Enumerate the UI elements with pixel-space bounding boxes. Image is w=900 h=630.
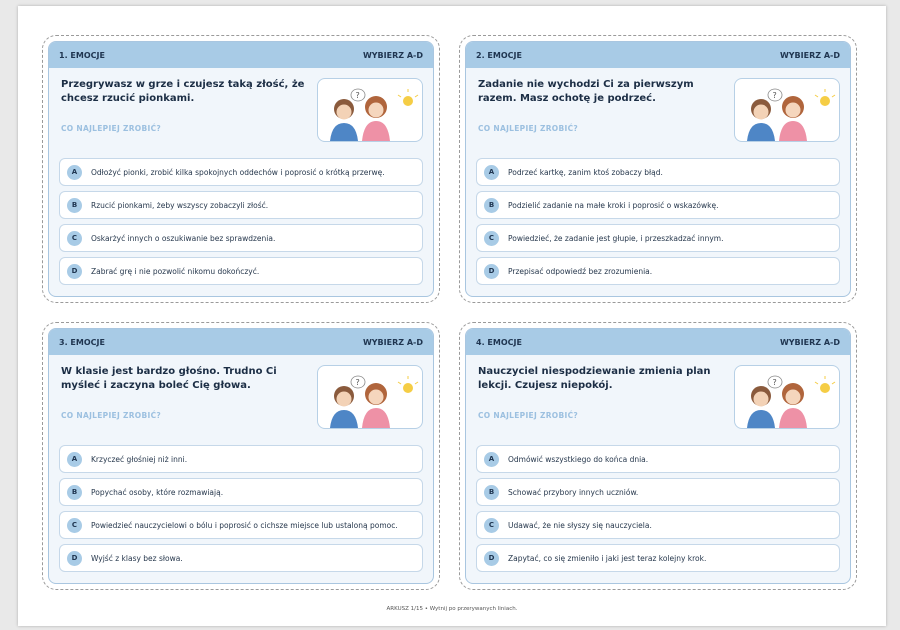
hint-text: CO NAJLEPIEJ ZROBIĆ? — [61, 124, 162, 133]
option-letter-badge: D — [484, 263, 499, 279]
cut-line: 4. EMOCJE WYBIERZ A-D Nauczyciel niespod… — [459, 322, 857, 590]
answer-option-c[interactable]: C Powiedzieć nauczycielowi o bólu i popr… — [59, 511, 423, 539]
option-text: Rzucić pionkami, żeby wszyscy zobaczyli … — [91, 200, 269, 210]
card-header: 4. EMOCJE WYBIERZ A-D — [466, 329, 850, 355]
answer-options: A Odmówić wszystkiego do końca dnia. B S… — [476, 445, 840, 577]
question-text: W klasie jest bardzo głośno. Trudno Ci m… — [61, 366, 277, 391]
cut-line: 2. EMOCJE WYBIERZ A-D Zadanie nie wychod… — [459, 35, 857, 303]
answer-options: A Odłożyć pionki, zrobić kilka spokojnyc… — [59, 158, 423, 290]
option-text: Udawać, że nie słyszy się nauczyciela. — [508, 520, 652, 530]
cut-line: 3. EMOCJE WYBIERZ A-D W klasie jest bard… — [42, 322, 440, 590]
question-card: 1. EMOCJE WYBIERZ A-D Przegrywasz w grze… — [48, 41, 434, 297]
option-text: Wyjść z klasy bez słowa. — [91, 553, 183, 563]
option-text: Oskarżyć innych o oszukiwanie bez sprawd… — [91, 233, 276, 243]
hint-text: CO NAJLEPIEJ ZROBIĆ? — [478, 124, 579, 133]
answer-option-a[interactable]: A Podrzeć kartkę, zanim ktoś zobaczy błą… — [476, 158, 840, 186]
question-card: 2. EMOCJE WYBIERZ A-D Zadanie nie wychod… — [465, 41, 851, 297]
option-letter-badge: C — [484, 230, 499, 246]
option-letter-badge: D — [67, 263, 82, 279]
card-label: 1. EMOCJE — [59, 50, 105, 60]
option-text: Powiedzieć nauczycielowi o bólu i popros… — [91, 520, 398, 530]
option-letter-badge: C — [67, 230, 82, 246]
card-instruction: WYBIERZ A-D — [779, 50, 840, 60]
hint-text: CO NAJLEPIEJ ZROBIĆ? — [478, 411, 579, 420]
card-instruction: WYBIERZ A-D — [362, 337, 423, 347]
question-card: 4. EMOCJE WYBIERZ A-D Nauczyciel niespod… — [465, 328, 851, 584]
option-letter-badge: D — [67, 550, 82, 566]
answer-option-b[interactable]: B Schować przybory innych uczniów. — [476, 478, 840, 506]
option-letter-badge: C — [484, 517, 499, 533]
cut-line: 1. EMOCJE WYBIERZ A-D Przegrywasz w grze… — [42, 35, 440, 303]
answer-option-c[interactable]: C Udawać, że nie słyszy się nauczyciela. — [476, 511, 840, 539]
card-header: 2. EMOCJE WYBIERZ A-D — [466, 42, 850, 68]
option-letter-badge: A — [484, 451, 499, 467]
option-letter-badge: A — [67, 451, 82, 467]
option-letter-badge: B — [67, 197, 82, 213]
question-text: Zadanie nie wychodzi Ci za pierwszym raz… — [478, 79, 694, 104]
kids-thinking-illustration: ? — [734, 78, 840, 142]
option-text: Zabrać grę i nie pozwolić nikomu dokończ… — [91, 266, 260, 276]
answer-option-d[interactable]: D Przepisać odpowiedź bez zrozumienia. — [476, 257, 840, 285]
answer-options: A Podrzeć kartkę, zanim ktoś zobaczy błą… — [476, 158, 840, 290]
answer-option-d[interactable]: D Wyjść z klasy bez słowa. — [59, 544, 423, 572]
answer-option-d[interactable]: D Zapytać, co się zmieniło i jaki jest t… — [476, 544, 840, 572]
option-letter-badge: A — [484, 164, 499, 180]
svg-text:?: ? — [356, 378, 360, 387]
svg-text:?: ? — [356, 91, 360, 100]
option-text: Odłożyć pionki, zrobić kilka spokojnych … — [91, 167, 385, 177]
answer-option-c[interactable]: C Powiedzieć, że zadanie jest głupie, i … — [476, 224, 840, 252]
svg-text:?: ? — [773, 378, 777, 387]
option-letter-badge: D — [484, 550, 499, 566]
option-letter-badge: B — [484, 197, 499, 213]
svg-text:?: ? — [773, 91, 777, 100]
answer-options: A Krzyczeć głośniej niż inni. B Popychać… — [59, 445, 423, 577]
answer-option-a[interactable]: A Krzyczeć głośniej niż inni. — [59, 445, 423, 473]
option-letter-badge: C — [67, 517, 82, 533]
option-text: Zapytać, co się zmieniło i jaki jest ter… — [508, 553, 707, 563]
option-text: Odmówić wszystkiego do końca dnia. — [508, 454, 649, 464]
option-text: Krzyczeć głośniej niż inni. — [91, 454, 188, 464]
answer-option-a[interactable]: A Odmówić wszystkiego do końca dnia. — [476, 445, 840, 473]
page-footer: ARKUSZ 1/15 • Wytnij po przerywanych lin… — [386, 606, 518, 612]
answer-option-a[interactable]: A Odłożyć pionki, zrobić kilka spokojnyc… — [59, 158, 423, 186]
kids-thinking-illustration: ? — [317, 365, 423, 429]
option-letter-badge: B — [67, 484, 82, 500]
option-text: Popychać osoby, które rozmawiają. — [91, 487, 224, 497]
answer-option-b[interactable]: B Popychać osoby, które rozmawiają. — [59, 478, 423, 506]
option-letter-badge: A — [67, 164, 82, 180]
kids-thinking-illustration: ? — [734, 365, 840, 429]
answer-option-b[interactable]: B Podzielić zadanie na małe kroki i popr… — [476, 191, 840, 219]
answer-option-c[interactable]: C Oskarżyć innych o oszukiwanie bez spra… — [59, 224, 423, 252]
card-label: 4. EMOCJE — [476, 337, 522, 347]
worksheet-page: 1. EMOCJE WYBIERZ A-D Przegrywasz w grze… — [18, 6, 886, 626]
card-instruction: WYBIERZ A-D — [779, 337, 840, 347]
hint-text: CO NAJLEPIEJ ZROBIĆ? — [61, 411, 162, 420]
question-text: Nauczyciel niespodziewanie zmienia plan … — [478, 366, 711, 391]
answer-option-d[interactable]: D Zabrać grę i nie pozwolić nikomu dokoń… — [59, 257, 423, 285]
card-label: 3. EMOCJE — [59, 337, 105, 347]
option-text: Powiedzieć, że zadanie jest głupie, i pr… — [508, 233, 724, 243]
option-text: Schować przybory innych uczniów. — [508, 487, 639, 497]
option-text: Przepisać odpowiedź bez zrozumienia. — [508, 266, 653, 276]
card-header: 3. EMOCJE WYBIERZ A-D — [49, 329, 433, 355]
card-header: 1. EMOCJE WYBIERZ A-D — [49, 42, 433, 68]
answer-option-b[interactable]: B Rzucić pionkami, żeby wszyscy zobaczyl… — [59, 191, 423, 219]
option-letter-badge: B — [484, 484, 499, 500]
card-label: 2. EMOCJE — [476, 50, 522, 60]
kids-thinking-illustration: ? — [317, 78, 423, 142]
option-text: Podrzeć kartkę, zanim ktoś zobaczy błąd. — [508, 167, 663, 177]
option-text: Podzielić zadanie na małe kroki i popros… — [508, 200, 719, 210]
card-instruction: WYBIERZ A-D — [362, 50, 423, 60]
question-text: Przegrywasz w grze i czujesz taką złość,… — [61, 79, 305, 104]
question-card: 3. EMOCJE WYBIERZ A-D W klasie jest bard… — [48, 328, 434, 584]
